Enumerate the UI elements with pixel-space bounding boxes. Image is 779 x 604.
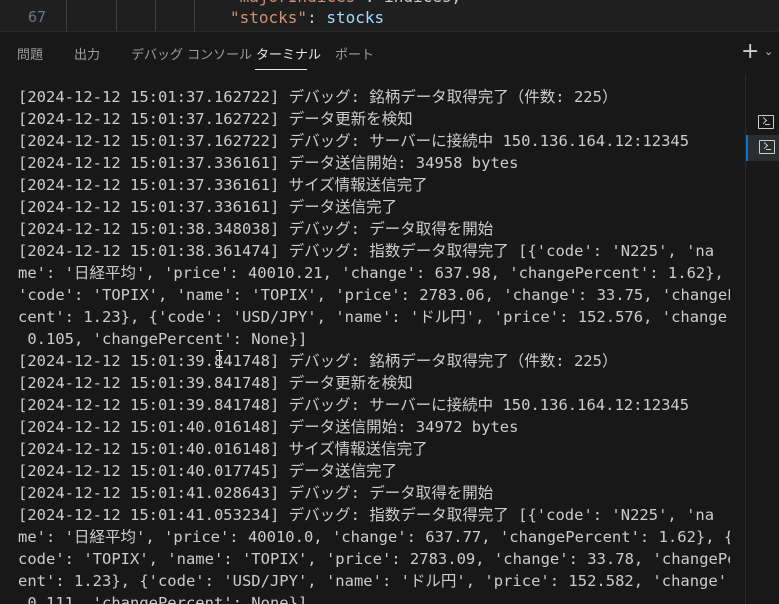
terminal-line: [2024-12-12 15:01:38.361474] デバッグ: 指数データ…	[18, 242, 715, 260]
panel-tabs: 問題 出力 デバッグ コンソール ターミナル ポート	[0, 32, 740, 74]
vscode-window: 67 "majorIndices": indices, "stocks": st…	[0, 0, 779, 604]
code-line: "stocks": stocks	[230, 8, 384, 27]
indent-guide	[116, 0, 117, 31]
terminal-icon	[759, 140, 775, 154]
terminal-line: me': '日経平均', 'price': 40010.0, 'change':…	[18, 528, 730, 546]
terminal-instance[interactable]	[753, 110, 779, 136]
terminal-line: cent': 1.23}, {'code': 'USD/JPY', 'name'…	[18, 308, 730, 326]
terminal-line: [2024-12-12 15:01:39.841748] データ更新を検知	[18, 374, 413, 392]
terminal-line: [2024-12-12 15:01:37.162722] デバッグ: サーバーに…	[18, 132, 690, 150]
terminal-list	[745, 74, 779, 604]
terminal-line: me': '日経平均', 'price': 40010.21, 'change'…	[18, 264, 730, 282]
tab-output[interactable]: 出力	[74, 44, 100, 63]
tab-debug-console[interactable]: デバッグ コンソール	[131, 44, 252, 63]
terminal-line: [2024-12-12 15:01:37.336161] データ送信開始: 34…	[18, 154, 519, 172]
terminal-line: [2024-12-12 15:01:40.016148] データ送信開始: 34…	[18, 418, 519, 436]
code-key: "stocks"	[230, 8, 308, 27]
panel-actions: + ⌄	[739, 40, 779, 68]
terminal-line: [2024-12-12 15:01:41.053234] デバッグ: 指数データ…	[18, 506, 715, 524]
code-value: stocks	[326, 8, 385, 27]
code-editor[interactable]: 67 "majorIndices": indices, "stocks": st…	[0, 0, 779, 31]
terminal-icon	[758, 115, 774, 129]
terminal-line: [2024-12-12 15:01:40.017745] データ送信完了	[18, 462, 398, 480]
chevron-down-icon[interactable]: ⌄	[764, 45, 773, 58]
terminal-line: [2024-12-12 15:01:41.028643] デバッグ: データ取得…	[18, 484, 494, 502]
active-tab-indicator	[255, 69, 307, 70]
plus-icon[interactable]: +	[741, 40, 759, 64]
indent-guide	[155, 0, 156, 31]
code-colon: :	[307, 8, 327, 27]
tab-terminal[interactable]: ターミナル	[256, 44, 321, 63]
terminal-instance-selected[interactable]	[746, 135, 779, 161]
mouse-cursor	[216, 350, 224, 368]
indent-guide	[66, 0, 67, 31]
terminal-line: [2024-12-12 15:01:39.841748] デバッグ: サーバーに…	[18, 396, 690, 414]
terminal-line: [2024-12-12 15:01:40.016148] サイズ情報送信完了	[18, 440, 428, 458]
terminal-line: [2024-12-12 15:01:37.162722] データ更新を検知	[18, 110, 413, 128]
code-line-prev: "majorIndices": indices,	[230, 0, 461, 6]
terminal-line: [2024-12-12 15:01:37.336161] データ送信完了	[18, 198, 398, 216]
indent-guide	[194, 0, 195, 31]
terminal-line: 0.111, 'changePercent': None}]	[18, 594, 308, 604]
terminal-line: [2024-12-12 15:01:37.336161] サイズ情報送信完了	[18, 176, 428, 194]
terminal-line: [2024-12-12 15:01:37.162722] デバッグ: 銘柄データ…	[18, 88, 618, 106]
terminal-line: 0.105, 'changePercent': None}]	[18, 330, 308, 348]
terminal-output[interactable]: [2024-12-12 15:01:37.162722] デバッグ: 銘柄データ…	[18, 86, 730, 604]
tab-ports[interactable]: ポート	[335, 44, 374, 63]
tab-problems[interactable]: 問題	[17, 44, 43, 63]
line-number: 67	[27, 8, 46, 26]
terminal-line: [2024-12-12 15:01:38.348038] デバッグ: データ取得…	[18, 220, 494, 238]
bottom-panel: 問題 出力 デバッグ コンソール ターミナル ポート + ⌄ [2024-12-…	[0, 31, 779, 604]
terminal-line: 'code': 'TOPIX', 'name': 'TOPIX', 'price…	[18, 286, 730, 304]
terminal-line: ent': 1.23}, {'code': 'USD/JPY', 'name':…	[18, 572, 730, 590]
terminal-line: [2024-12-12 15:01:39.841748] デバッグ: 銘柄データ…	[18, 352, 618, 370]
terminal-line: code': 'TOPIX', 'name': 'TOPIX', 'price'…	[18, 550, 730, 568]
